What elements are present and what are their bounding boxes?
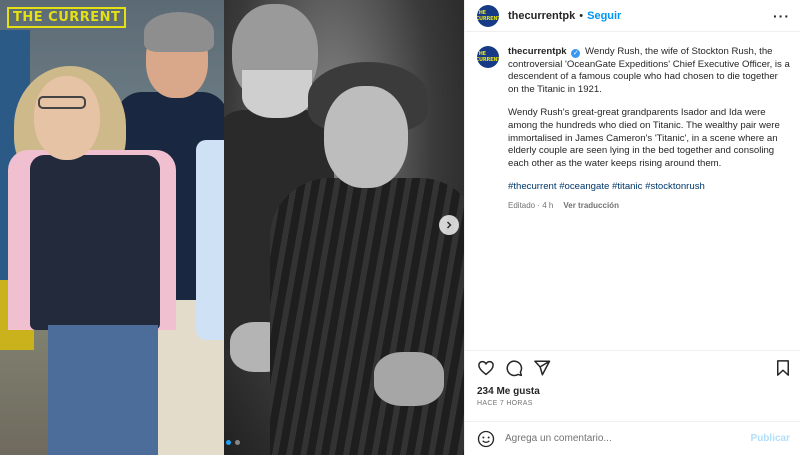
caption-text: thecurrentpk ✓ Wendy Rush, the wife of S… (508, 46, 790, 350)
more-options-icon[interactable]: ··· (773, 8, 790, 24)
ida-dress (270, 178, 464, 455)
caption-avatar[interactable]: THE CURRENT (477, 46, 499, 68)
isador-beard (242, 70, 312, 118)
verified-badge-icon: ✓ (571, 49, 581, 58)
comment-icon[interactable] (505, 359, 523, 377)
comment-input[interactable] (505, 433, 751, 444)
post-time: HACE 7 HORAS (477, 400, 533, 407)
woman-face (34, 76, 100, 160)
comment-form: Publicar (465, 421, 800, 455)
hashtag-link[interactable]: #stocktonrush (645, 181, 705, 192)
woman-glasses (38, 96, 86, 109)
ida-hands (374, 352, 444, 406)
caption-area: THE CURRENT thecurrentpk ✓ Wendy Rush, t… (465, 32, 800, 350)
carousel-dot (235, 440, 240, 445)
hashtag-link[interactable]: #titanic (612, 181, 642, 192)
instagram-post: THE CURRENT THE CURRENT thec (0, 0, 800, 455)
emoji-icon[interactable] (477, 430, 495, 448)
avatar[interactable]: THE CURRENT (477, 4, 499, 27)
caption-meta: Editado · 4 h Ver traducción (508, 200, 790, 213)
send-icon[interactable] (533, 359, 551, 377)
carousel-indicator (226, 440, 240, 445)
hashtags: #thecurrent #oceangate #titanic #stockto… (508, 181, 790, 194)
follow-button[interactable]: Seguir (587, 10, 621, 22)
ida-face (324, 86, 408, 188)
publish-button[interactable]: Publicar (751, 433, 790, 444)
hashtag-link[interactable]: #thecurrent (508, 181, 557, 192)
man-hair (144, 12, 214, 52)
photo-isador-and-ida-straus (224, 0, 464, 455)
caption-username-link[interactable]: thecurrentpk (508, 46, 567, 57)
separator-dot: • (579, 9, 584, 22)
carousel-next-button[interactable] (439, 215, 459, 235)
chevron-right-icon (447, 221, 452, 229)
edited-timestamp: Editado · 4 h (508, 200, 554, 210)
heart-icon[interactable] (477, 359, 495, 377)
avatar-logo-text: THE CURRENT (477, 51, 499, 63)
caption-paragraph-1: thecurrentpk ✓ Wendy Rush, the wife of S… (508, 46, 790, 96)
third-person-arm (196, 140, 224, 340)
username-link[interactable]: thecurrentpk (508, 10, 575, 22)
hashtag-link[interactable]: #oceangate (559, 181, 609, 192)
photo-wendy-and-stockton-rush: THE CURRENT (0, 0, 224, 455)
woman-navy-vest (30, 155, 160, 330)
the-current-watermark-logo: THE CURRENT (7, 7, 127, 28)
post-header: THE CURRENT thecurrentpk • Seguir ··· (465, 0, 800, 32)
post-side-panel: THE CURRENT thecurrentpk • Seguir ··· TH… (464, 0, 800, 455)
action-bar (465, 350, 800, 384)
bookmark-icon[interactable] (774, 359, 792, 377)
likes-count[interactable]: 234 Me gusta (465, 384, 800, 397)
caption-paragraph-2: Wendy Rush's great-great grandparents Is… (508, 107, 780, 169)
woman-jeans (48, 325, 158, 455)
carousel-dot-active (226, 440, 231, 445)
avatar-logo-text: THE CURRENT (477, 9, 499, 22)
see-translation-button[interactable]: Ver traducción (563, 200, 619, 213)
post-media-carousel[interactable]: THE CURRENT (0, 0, 464, 455)
